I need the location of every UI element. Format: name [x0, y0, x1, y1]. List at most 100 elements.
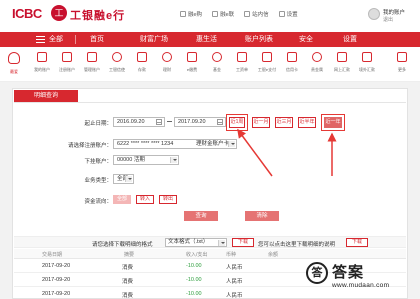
download-instructions-note[interactable]: 您可以点击这里下载明细的说明: [258, 240, 335, 248]
cell-date: 2017-09-20: [42, 277, 71, 283]
shortcut-gold[interactable]: 贵金属: [305, 52, 329, 80]
card-icon: [287, 52, 297, 62]
shortcut-messenger[interactable]: 工银信使: [105, 52, 129, 80]
cell-summary: 消费: [122, 279, 134, 285]
nav-item-security[interactable]: 安全: [299, 32, 313, 47]
annotation-highlight-box: [321, 114, 345, 131]
column-header-balance: 余额: [268, 252, 279, 258]
transfer-icon: [337, 52, 347, 62]
menu-icon[interactable]: [36, 36, 45, 43]
chevron-down-icon: [228, 141, 235, 147]
watermark-url: www.mudaan.com: [332, 282, 390, 289]
fund-flow-label: 资金流向：: [84, 199, 112, 205]
shortcut-more[interactable]: 更多: [390, 52, 414, 80]
top-links: 融e购 融e联 站内信 设置: [180, 10, 298, 18]
clear-button[interactable]: 清除: [245, 211, 279, 221]
sub-account-label: 下挂账户：: [84, 159, 112, 165]
shortcut-overseas[interactable]: 境外汇款: [355, 52, 379, 80]
mail-icon: [244, 11, 251, 17]
quick-range-3-month-button[interactable]: 近三月: [275, 117, 293, 128]
cell-date: 2017-09-20: [42, 291, 71, 297]
shortcut-strip: 最爱 我的账户 注册账户 管理账户 工银信使 存款 理财 e缴费 基金 工资单 …: [0, 48, 420, 82]
shortcut-credit-card[interactable]: 信用卡: [280, 52, 304, 80]
download-button[interactable]: 下载: [232, 238, 254, 247]
top-link-messages[interactable]: 站内信: [244, 10, 269, 18]
shortcut-manage-account[interactable]: 管理账户: [80, 52, 104, 80]
gold-icon: [312, 52, 322, 62]
divider: [14, 102, 406, 103]
download-format-value: 文本格式（.txt）: [168, 239, 209, 245]
shortcut-fund[interactable]: 基金: [205, 52, 229, 80]
registered-account-select[interactable]: 6222 **** **** **** 1234 理财金账户卡: [113, 139, 237, 149]
flow-option-in[interactable]: 转入: [136, 195, 154, 204]
shortcut-my-account[interactable]: 我的账户: [30, 52, 54, 80]
top-link-settings[interactable]: 设置: [278, 10, 298, 18]
sub-account-select[interactable]: 00000 活期: [113, 155, 179, 165]
column-header-date: 交易日期: [42, 252, 63, 258]
cell-currency: 人民币: [226, 293, 243, 299]
nav-item-accounts[interactable]: 账户列表: [245, 32, 273, 47]
shortcut-deposit[interactable]: 存款: [130, 52, 154, 80]
business-type-label: 业务类型：: [84, 178, 112, 184]
shortcut-register-account[interactable]: 注册账户: [55, 52, 79, 80]
registered-account-label: 请选择注册账户：: [67, 143, 112, 149]
manage-icon: [87, 52, 97, 62]
cell-summary: 消费: [122, 265, 134, 271]
register-icon: [62, 52, 72, 62]
shortcut-epay[interactable]: 工银e支付: [255, 52, 279, 80]
top-link-rong-e-gou[interactable]: 融e购: [180, 10, 202, 18]
nav-item-life[interactable]: 惠生活: [196, 32, 217, 47]
shortcut-transfer[interactable]: 网上汇款: [330, 52, 354, 80]
quick-range-half-year-button[interactable]: 近半年: [298, 117, 316, 128]
overseas-icon: [362, 52, 372, 62]
date-separator: [167, 121, 172, 122]
cell-amount: -10.00: [186, 277, 202, 283]
top-link-rong-e-lian[interactable]: 融e联: [212, 10, 234, 18]
deposit-icon: [137, 52, 147, 62]
column-header-currency: 币种: [226, 252, 237, 258]
query-button[interactable]: 查询: [184, 211, 218, 221]
sub-account-value: 00000 活期: [117, 157, 145, 163]
start-date-field[interactable]: 2016.09.20: [113, 117, 165, 127]
business-type-select[interactable]: 全部: [113, 174, 134, 184]
chevron-down-icon: [125, 176, 132, 182]
nav-item-home[interactable]: 首页: [90, 32, 104, 47]
messenger-icon: [112, 52, 122, 62]
shortcut-favorite[interactable]: 最爱: [2, 52, 26, 80]
chevron-down-icon: [218, 240, 225, 246]
flow-option-out[interactable]: 转出: [159, 195, 177, 204]
epay-icon: [262, 52, 272, 62]
payment-icon: [187, 52, 197, 62]
calendar-icon[interactable]: [156, 119, 162, 125]
payroll-icon: [237, 52, 247, 62]
cell-date: 2017-09-20: [42, 263, 71, 269]
shortcut-finance[interactable]: 理财: [155, 52, 179, 80]
quick-range-1-month-button[interactable]: 近一月: [252, 117, 270, 128]
start-date-value: 2016.09.20: [117, 119, 145, 125]
column-header-summary: 摘要: [124, 252, 135, 258]
logout-link[interactable]: 退出: [383, 16, 393, 23]
nav-item-all[interactable]: 全部: [49, 32, 63, 47]
calendar-icon[interactable]: [217, 119, 223, 125]
download-format-label: 请您选择下载明细的格式: [92, 242, 153, 248]
more-icon: [397, 52, 407, 62]
download-format-select[interactable]: 文本格式（.txt）: [165, 238, 227, 247]
end-date-field[interactable]: 2017.09.20: [174, 117, 226, 127]
nav-item-settings[interactable]: 设置: [343, 32, 357, 47]
tab-detail-query[interactable]: 明细查询: [14, 90, 78, 102]
user-name[interactable]: 我的账户: [383, 8, 405, 16]
icbc-logo[interactable]: ICBC: [12, 6, 42, 21]
account-number: 6222 **** **** **** 1234: [117, 141, 174, 147]
user-area[interactable]: 我的账户 退出: [368, 6, 420, 24]
cell-amount: -10.00: [186, 291, 202, 297]
nav-item-wealth[interactable]: 财富广场: [140, 32, 168, 47]
watermark-text: 答案: [332, 264, 365, 281]
finance-icon: [162, 52, 172, 62]
fund-icon: [212, 52, 222, 62]
avatar[interactable]: [368, 8, 380, 20]
shortcut-payment[interactable]: e缴费: [180, 52, 204, 80]
shortcut-payroll[interactable]: 工资单: [230, 52, 254, 80]
download-instructions-button[interactable]: 下载: [346, 238, 368, 247]
flow-option-all[interactable]: 全部: [113, 195, 131, 204]
column-header-amount: 收入/支出: [186, 252, 208, 258]
